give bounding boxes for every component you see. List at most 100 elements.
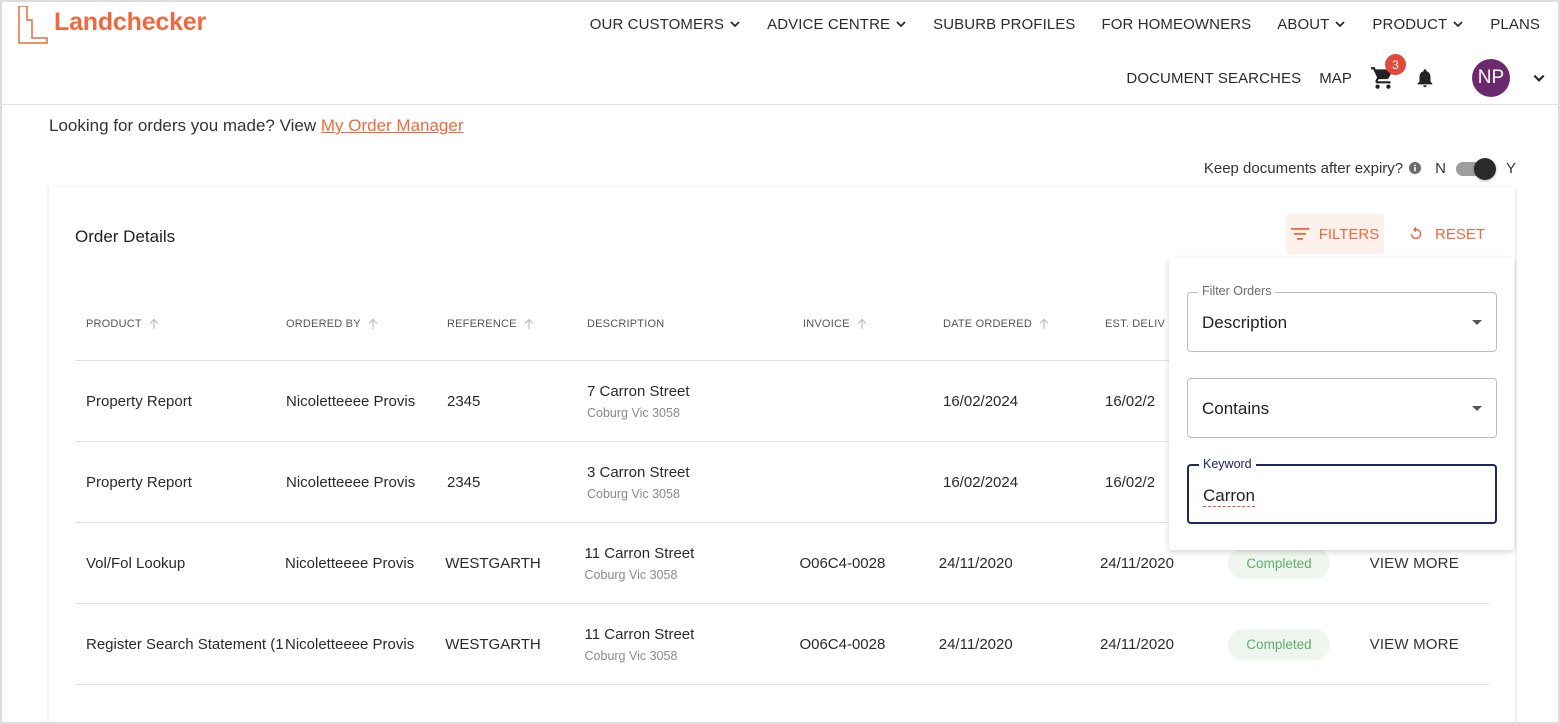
keep-documents-toggle[interactable] (1455, 158, 1496, 180)
nav-about[interactable]: ABOUT (1277, 16, 1346, 33)
filter-orders-value: Description (1202, 313, 1288, 332)
column-header-product[interactable]: PRODUCT (75, 318, 286, 330)
description-suburb: Coburg Vic 3058 (584, 567, 678, 582)
description-suburb: Coburg Vic 3058 (587, 486, 680, 501)
keyword-input[interactable]: Keyword Carron (1187, 457, 1497, 524)
brand-logo[interactable]: Landchecker (18, 6, 206, 44)
bell-icon[interactable] (1414, 66, 1436, 90)
nav-label: FOR HOMEOWNERS (1101, 15, 1252, 33)
cell-status: Completed (1228, 628, 1369, 660)
description-address: 7 Carron Street (587, 382, 690, 400)
cart-button[interactable]: 3 (1370, 54, 1406, 91)
filter-orders-select[interactable]: Filter Orders Description (1187, 284, 1497, 352)
sort-arrow-icon (857, 318, 867, 329)
chevron-down-icon (896, 21, 906, 28)
description-address: 3 Carron Street (587, 463, 690, 481)
filter-operator-value: Contains (1202, 399, 1270, 418)
cell-invoice: O06C4-0028 (799, 554, 886, 572)
card-title: Order Details (75, 227, 176, 246)
filters-label: FILTERS (1318, 225, 1380, 243)
top-header: Landchecker OUR CUSTOMERS ADVICE CENTRE … (0, 0, 1560, 105)
nav-label: PLANS (1490, 15, 1540, 33)
status-badge: Completed (1228, 628, 1330, 660)
cell-reference: WESTGARTH (445, 635, 541, 653)
secondary-nav: DOCUMENT SEARCHES MAP 3 NP (1126, 54, 1546, 98)
cell-product: Register Search Statement (1 (86, 635, 284, 653)
brand-name: Landchecker (54, 7, 207, 36)
cell-description: 11 Carron Street Coburg Vic 3058 (585, 626, 800, 663)
description-address: 11 Carron Street (584, 625, 695, 643)
column-header-reference[interactable]: REFERENCE (447, 318, 587, 330)
hint-text: Looking for orders you made? View (49, 116, 321, 135)
column-label: DESCRIPTION (587, 317, 665, 330)
column-header-ordered-by[interactable]: ORDERED BY (286, 318, 447, 330)
toggle-no-label: N (1435, 159, 1446, 177)
sort-arrow-icon (524, 318, 534, 329)
sort-arrow-icon (149, 318, 159, 329)
account-chevron-down-icon[interactable] (1532, 71, 1546, 85)
filter-orders-label: Filter Orders (1198, 284, 1276, 298)
nav-advice-centre[interactable]: ADVICE CENTRE (767, 16, 907, 33)
cell-invoice: O06C4-0028 (799, 635, 886, 653)
my-order-manager-link[interactable]: My Order Manager (321, 116, 464, 135)
nav-our-customers[interactable]: OUR CUSTOMERS (590, 16, 741, 33)
keep-documents-setting: Keep documents after expiry? N Y (1204, 156, 1516, 180)
table-row: Register Search Statement (1 Nicoletteee… (75, 604, 1489, 685)
nav-label: OUR CUSTOMERS (589, 15, 725, 33)
cell-product: Vol/Fol Lookup (86, 554, 186, 572)
column-header-invoice[interactable]: INVOICE (803, 318, 943, 330)
keyword-value: Carron (1203, 486, 1255, 507)
cell-description: 11 Carron Street Coburg Vic 3058 (585, 545, 800, 582)
description-address: 11 Carron Street (584, 544, 695, 562)
cell-date-ordered: 24/11/2020 (938, 635, 1013, 653)
view-more-button[interactable]: VIEW MORE (1370, 555, 1489, 572)
column-header-date-ordered[interactable]: DATE ORDERED (943, 318, 1105, 330)
cell-est-delivery: 24/11/2020 (1099, 554, 1174, 572)
sort-arrow-icon (1039, 318, 1049, 329)
cell-reference: 2345 (447, 473, 481, 491)
user-avatar[interactable]: NP (1472, 59, 1510, 97)
dropdown-arrow-icon (1472, 406, 1482, 411)
reset-icon (1410, 226, 1422, 240)
reset-label: RESET (1435, 225, 1486, 243)
nav-product[interactable]: PRODUCT (1372, 16, 1464, 33)
column-label: INVOICE (803, 317, 850, 330)
column-label: REFERENCE (447, 317, 517, 330)
keep-documents-label: Keep documents after expiry? (1203, 159, 1404, 177)
cell-product: Property Report (86, 392, 192, 410)
nav-for-homeowners[interactable]: FOR HOMEOWNERS (1102, 16, 1252, 33)
column-label: PRODUCT (86, 317, 142, 330)
cell-date-ordered: 24/11/2020 (938, 554, 1013, 572)
filter-icon (1290, 228, 1309, 240)
cell-reference: WESTGARTH (445, 554, 541, 572)
dropdown-arrow-icon (1472, 320, 1482, 325)
cell-est-delivery: 24/11/2020 (1099, 635, 1174, 653)
column-header-description[interactable]: DESCRIPTION (587, 318, 803, 330)
cell-description: 3 Carron Street Coburg Vic 3058 (587, 464, 803, 501)
column-label: ORDERED BY (286, 317, 361, 330)
chevron-down-icon (1453, 21, 1463, 28)
toggle-yes-label: Y (1505, 159, 1516, 177)
cell-reference: 2345 (447, 392, 481, 410)
info-icon[interactable] (1409, 162, 1422, 174)
primary-nav: OUR CUSTOMERS ADVICE CENTRE SUBURB PROFI… (590, 14, 1540, 34)
filter-operator-select[interactable]: Contains (1187, 378, 1497, 438)
nav-label: ADVICE CENTRE (767, 15, 891, 33)
sort-arrow-icon (368, 318, 378, 329)
description-suburb: Coburg Vic 3058 (587, 405, 680, 420)
column-label: EST. DELIV (1105, 317, 1166, 330)
filter-panel: Filter Orders Description Contains Keywo… (1169, 258, 1514, 550)
nav-suburb-profiles[interactable]: SUBURB PROFILES (933, 16, 1075, 33)
nav-map[interactable]: MAP (1319, 70, 1352, 87)
reset-button[interactable]: RESET (1407, 214, 1485, 254)
nav-document-searches[interactable]: DOCUMENT SEARCHES (1126, 70, 1301, 87)
cell-product: Property Report (86, 473, 192, 491)
cart-count-badge: 3 (1385, 54, 1406, 75)
nav-plans[interactable]: PLANS (1490, 16, 1540, 33)
cell-ordered-by: Nicoletteeee Provis (285, 635, 415, 653)
cell-status: Completed (1228, 547, 1369, 579)
filters-button[interactable]: FILTERS (1286, 214, 1384, 254)
nav-label: PRODUCT (1372, 15, 1448, 33)
column-label: DATE ORDERED (943, 317, 1032, 330)
view-more-button[interactable]: VIEW MORE (1370, 636, 1489, 653)
